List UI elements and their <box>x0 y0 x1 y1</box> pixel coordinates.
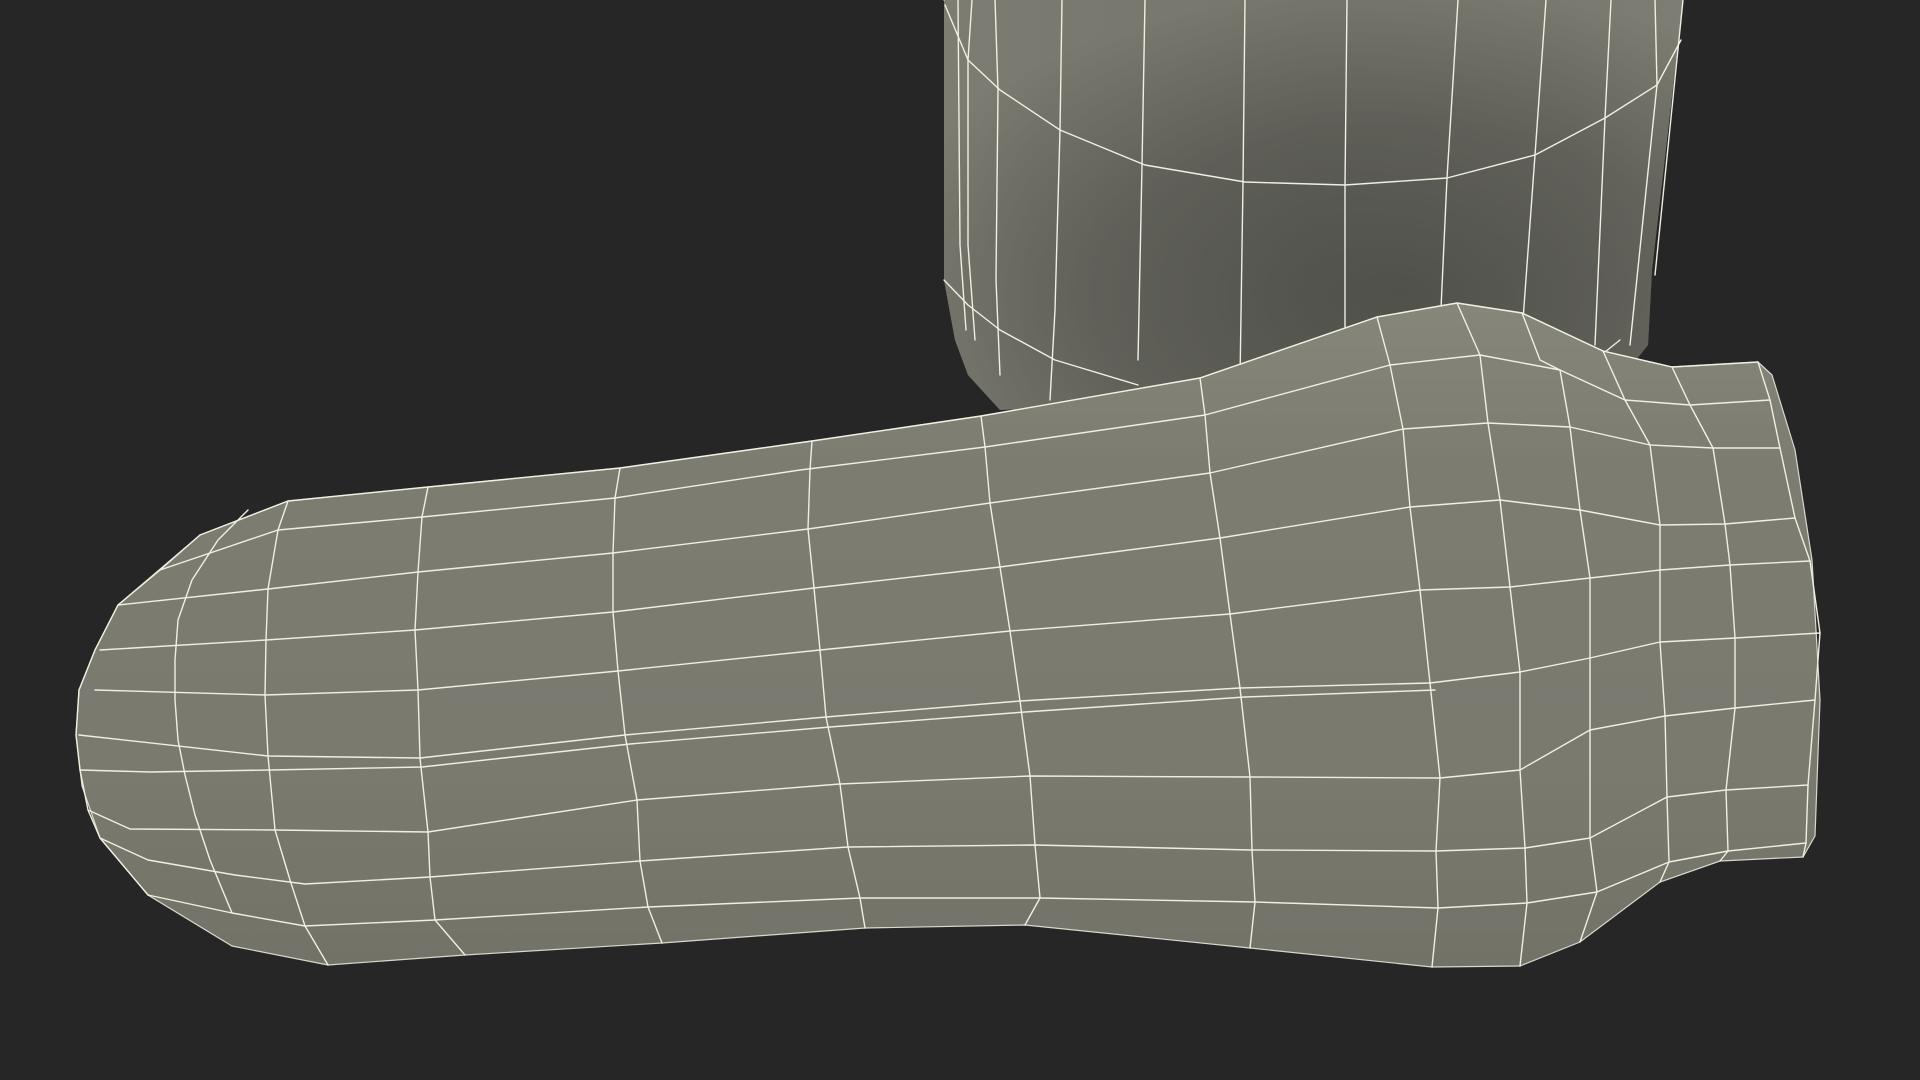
scene-render <box>75 0 1821 968</box>
3d-viewport[interactable] <box>0 0 1920 1080</box>
horizontal-handle-mesh <box>75 302 1821 968</box>
